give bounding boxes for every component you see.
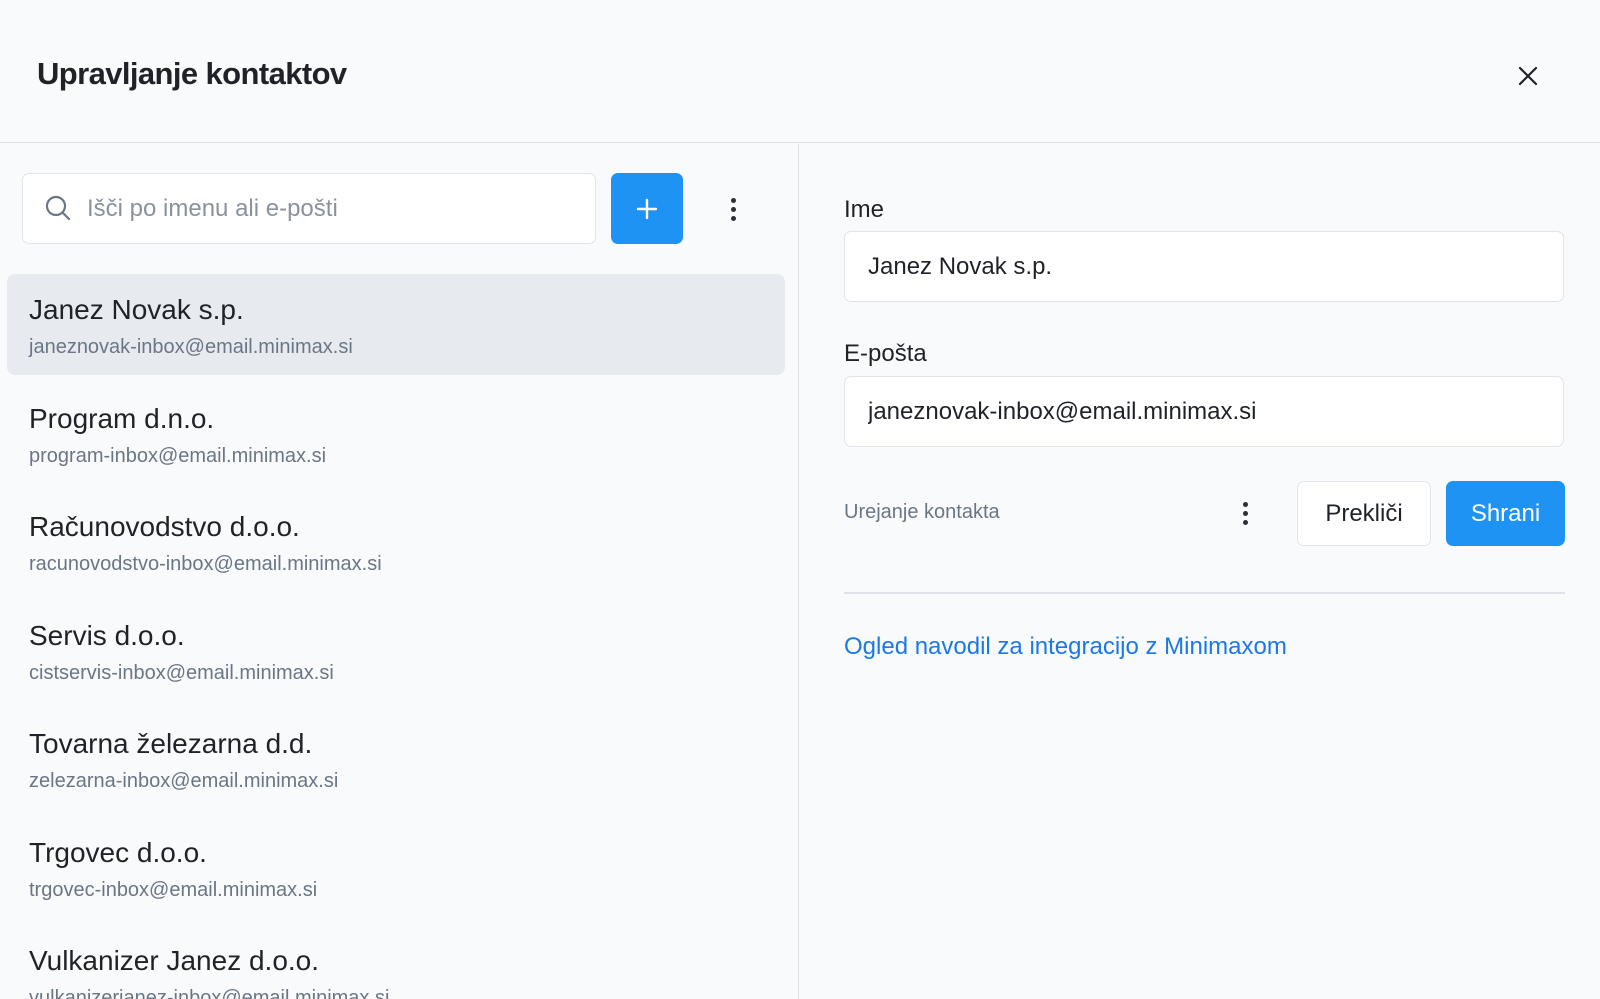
name-label: Ime — [844, 196, 885, 223]
contact-name: Računovodstvo d.o.o. — [29, 511, 300, 542]
contact-list-pane: Janez Novak s.p. janeznovak-inbox@email.… — [0, 144, 799, 999]
contact-item-selected[interactable]: Janez Novak s.p. janeznovak-inbox@email.… — [7, 274, 785, 375]
contact-edit-pane: Ime E-pošta Urejanje kontakta Prekliči S… — [800, 144, 1600, 999]
contact-email: vulkanizerjanez-inbox@email.minimax.si — [29, 987, 390, 999]
close-icon — [1518, 66, 1538, 86]
contact-name: Trgovec d.o.o. — [29, 836, 207, 868]
more-vertical-icon — [730, 197, 736, 203]
list-more-button[interactable] — [718, 189, 748, 229]
contact-item[interactable]: Trgovec d.o.o. trgovec-inbox@email.minim… — [7, 817, 785, 918]
contact-email: cistservis-inbox@email.minimax.si — [29, 661, 334, 684]
contact-email: racunovodstvo-inbox@email.minimax.si — [29, 553, 382, 575]
edit-mode-label: Urejanje kontakta — [844, 501, 1000, 523]
save-button[interactable]: Shrani — [1446, 481, 1565, 546]
contact-email: trgovec-inbox@email.minimax.si — [29, 878, 318, 901]
dialog-header: Upravljanje kontaktov — [0, 0, 1600, 143]
contact-item[interactable]: Vulkanizer Janez d.o.o. vulkanizerjanez-… — [7, 925, 785, 999]
form-more-button[interactable] — [1230, 493, 1260, 533]
contact-name: Servis d.o.o. — [29, 619, 185, 651]
dialog-title: Upravljanje kontaktov — [37, 56, 347, 91]
contact-list: Janez Novak s.p. janeznovak-inbox@email.… — [7, 274, 785, 999]
contact-email: zelezarna-inbox@email.minimax.si — [29, 770, 339, 792]
contact-name: Janez Novak s.p. — [29, 294, 244, 325]
close-button[interactable] — [1510, 58, 1546, 94]
contact-email: program-inbox@email.minimax.si — [29, 444, 327, 467]
contact-email: janeznovak-inbox@email.minimax.si — [29, 336, 353, 358]
search-icon — [45, 195, 71, 221]
search-input[interactable] — [87, 174, 587, 243]
contact-name: Program d.n.o. — [29, 402, 215, 434]
add-contact-button[interactable] — [611, 173, 683, 244]
integration-guide-link[interactable]: Ogled navodil za integracijo z Minimaxom — [844, 633, 1287, 661]
cancel-button[interactable]: Prekliči — [1297, 481, 1431, 546]
contact-item[interactable]: Program d.n.o. program-inbox@email.minim… — [7, 383, 785, 484]
contact-name: Tovarna železarna d.d. — [29, 728, 313, 759]
email-field[interactable] — [844, 376, 1564, 447]
name-field[interactable] — [844, 231, 1564, 302]
more-vertical-icon — [1242, 501, 1248, 507]
contact-item[interactable]: Servis d.o.o. cistservis-inbox@email.min… — [7, 600, 785, 701]
contact-name: Vulkanizer Janez d.o.o. — [29, 945, 320, 976]
plus-icon — [636, 198, 658, 219]
divider — [844, 592, 1565, 594]
contact-item[interactable]: Računovodstvo d.o.o. racunovodstvo-inbox… — [7, 491, 785, 592]
search-box[interactable] — [22, 173, 596, 244]
contact-item[interactable]: Tovarna železarna d.d. zelezarna-inbox@e… — [7, 708, 785, 809]
email-label: E-pošta — [844, 340, 927, 367]
